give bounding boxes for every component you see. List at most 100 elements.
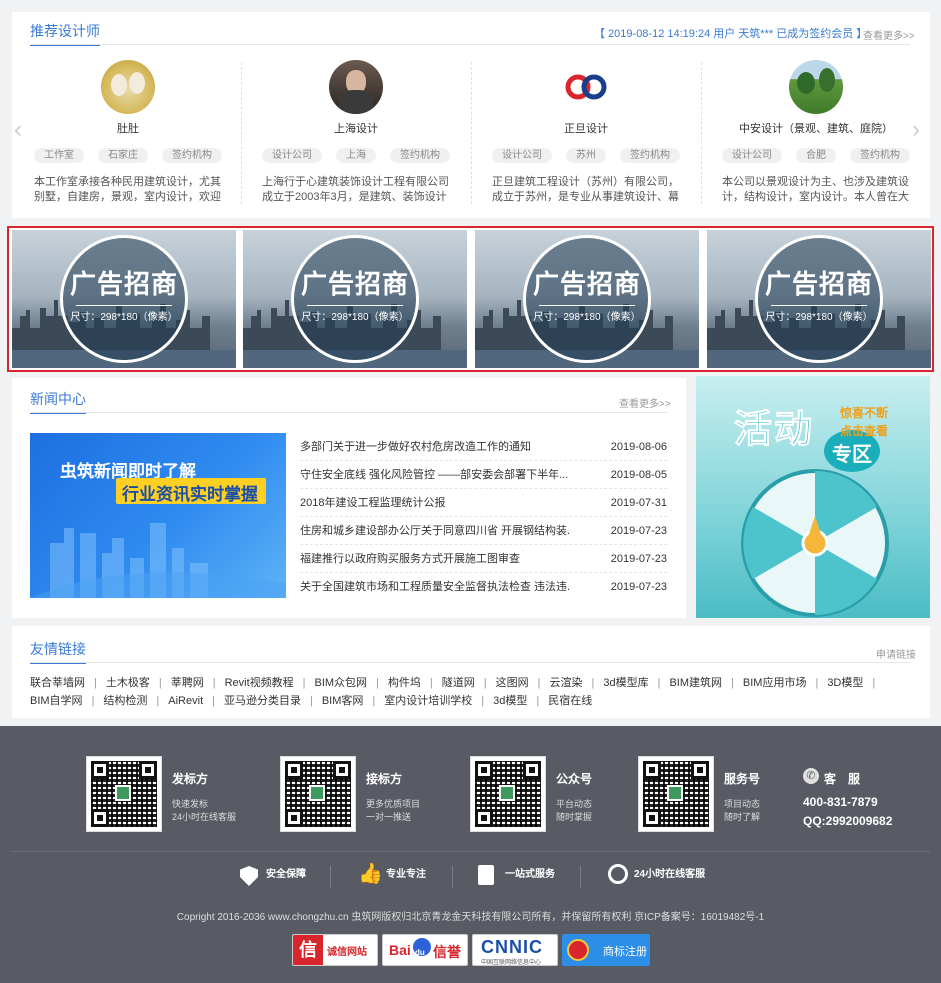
friend-link[interactable]: 构件坞 <box>388 677 421 689</box>
qr-line1: 更多优质项目 <box>366 799 421 809</box>
friend-link[interactable]: 土木极客 <box>106 677 150 689</box>
avatar <box>101 60 155 114</box>
designer-card[interactable]: 正旦设计 设计公司 苏州 签约机构 正旦建筑工程设计（苏州）有限公司，成立于苏州，是… <box>474 60 698 210</box>
qr-title: 服务号 <box>724 772 761 786</box>
ad-banner[interactable]: 广告招商 尺寸：298*180（像素） <box>12 230 236 368</box>
friend-link[interactable]: 亚马逊分类目录 <box>224 695 301 707</box>
friend-link[interactable]: 联合莘墙网 <box>30 677 85 689</box>
trust-badge-baidu[interactable]: Bai du 信誉 <box>382 934 468 966</box>
ad-size: 尺寸：298*180（像素） <box>533 312 641 323</box>
ad-banner[interactable]: 广告招商 尺寸：298*180（像素） <box>707 230 931 368</box>
divider <box>471 62 472 204</box>
designer-name: 上海设计 <box>334 123 378 135</box>
news-more-link[interactable]: 查看更多>> <box>619 395 671 410</box>
link-separator: | <box>212 695 215 707</box>
tag: 签约机构 <box>390 148 450 163</box>
service-qq: QQ:2992009682 <box>803 814 893 828</box>
friend-link[interactable]: 云渲染 <box>550 677 583 689</box>
trust-badge-cnnic[interactable]: CNNIC 中国互联网络信息中心 <box>472 934 558 966</box>
news-date: 2019-07-23 <box>610 581 667 593</box>
list-item[interactable]: 2018年建设工程监理统计公报 2019-07-31 <box>300 489 667 517</box>
link-separator: | <box>429 677 433 689</box>
trust-badge-trademark[interactable]: 商标注册 <box>562 934 650 966</box>
ad-title: 广告招商 <box>300 269 409 299</box>
feature-one-stop: 一站式服务 <box>505 869 555 880</box>
link-separator: | <box>731 677 734 689</box>
activity-tag2: 点击查看 <box>840 424 889 438</box>
tag: 签约机构 <box>850 148 910 163</box>
divider <box>30 662 910 663</box>
news-title-text: 2018年建设工程监理统计公报 <box>300 497 446 509</box>
friend-link[interactable]: 这图网 <box>496 677 529 689</box>
list-item[interactable]: 关于全国建筑市场和工程质量安全监督执法检查 违法违... 2019-07-23 <box>300 573 667 601</box>
friend-link[interactable]: BIM众包网 <box>315 677 368 689</box>
tag: 设计公司 <box>492 148 552 163</box>
designer-card[interactable]: 中安设计（景观、建筑、庭院） 设计公司 合肥 签约机构 本公司以景观设计为主、也涉及… <box>704 60 928 210</box>
designer-name: 中安设计（景观、建筑、庭院） <box>739 123 893 135</box>
baidu-xinyu: 信誉 <box>433 944 461 960</box>
friend-link[interactable]: 莘聘网 <box>171 677 204 689</box>
friend-link[interactable]: BIM应用市场 <box>743 677 807 689</box>
ad-title: 广告招商 <box>764 269 873 299</box>
link-separator: | <box>872 677 876 689</box>
ad-banner[interactable]: 广告招商 尺寸：298*180（像素） <box>243 230 467 368</box>
friend-link[interactable]: 隧道网 <box>442 677 475 689</box>
news-date: 2019-07-31 <box>610 497 667 509</box>
trust-badge-chengxin[interactable]: 信 诚信网站 <box>292 934 378 966</box>
qr-title: 公众号 <box>556 772 593 786</box>
headset-icon <box>608 864 628 884</box>
avatar <box>789 60 843 114</box>
news-date: 2019-07-23 <box>610 525 667 537</box>
apply-link[interactable]: 申请链接 <box>876 646 916 661</box>
friend-link[interactable]: 结构检测 <box>103 695 147 707</box>
news-title-text: 福建推行以政府购买服务方式开展施工图审查 <box>300 553 520 565</box>
link-separator: | <box>537 677 541 689</box>
list-item[interactable]: 多部门关于进一步做好农村危房改造工作的通知 2019-08-06 <box>300 433 667 461</box>
friend-link[interactable]: 民宿在线 <box>548 695 592 707</box>
divider <box>30 412 668 413</box>
friend-link[interactable]: 3d模型 <box>493 695 527 707</box>
designer-desc: 正旦建筑工程设计（苏州）有限公司，成立于苏州，是专业从事建筑设计、幕墙设 <box>492 176 679 203</box>
ad-banner[interactable]: 广告招商 尺寸：298*180（像素） <box>475 230 699 368</box>
tag: 石家庄 <box>98 148 148 163</box>
qr-code <box>470 756 546 832</box>
qr-code <box>638 756 714 832</box>
friend-link[interactable]: AiRevit <box>168 695 203 707</box>
list-item[interactable]: 守住安全底线 强化风险管控 ——部安委会部署下半年... 2019-08-05 <box>300 461 667 489</box>
friend-link[interactable]: BIM客网 <box>322 695 364 707</box>
qr-line2: 随时了解 <box>724 812 761 822</box>
news-title: 新闻中心 <box>30 390 86 414</box>
friend-link[interactable]: BIM自学网 <box>30 695 83 707</box>
friend-link[interactable]: Revit视频教程 <box>225 677 294 689</box>
link-separator: | <box>302 677 306 689</box>
divider <box>701 62 702 204</box>
friend-link[interactable]: 室内设计培训学校 <box>384 695 472 707</box>
link-separator: | <box>91 695 95 707</box>
designer-card[interactable]: 上海设计 设计公司 上海 签约机构 上海行于心建筑装饰设计工程有限公司成立于2003… <box>244 60 468 210</box>
tag: 上海 <box>336 148 376 163</box>
designer-card[interactable]: 肚肚 工作室 石家庄 签约机构 本工作室承接各种民用建筑设计，尤其别墅，自建房，景观… <box>16 60 240 210</box>
ad-size: 尺寸：298*180（像素） <box>70 312 178 323</box>
document-gear-icon <box>478 865 494 885</box>
friend-link[interactable]: BIM建筑网 <box>669 677 722 689</box>
qr-code <box>86 756 162 832</box>
list-item[interactable]: 住房和城乡建设部办公厅关于同意四川省 开展钢结构装... 2019-07-23 <box>300 517 667 545</box>
friend-link[interactable]: 3d模型库 <box>603 677 648 689</box>
phone-icon: ✆ <box>803 768 819 784</box>
activity-banner[interactable]: 活动 专区 惊喜不断 点击查看 <box>696 376 930 618</box>
qr-line1: 平台动态 <box>556 799 593 809</box>
link-separator: | <box>376 677 379 689</box>
cnnic-sub: 中国互联网络信息中心 <box>481 960 542 966</box>
link-separator: | <box>158 677 162 689</box>
news-title-text: 住房和城乡建设部办公厅关于同意四川省 开展钢结构装... <box>300 525 570 537</box>
friend-link[interactable]: 3D模型 <box>827 677 863 689</box>
tag: 工作室 <box>34 148 84 163</box>
activity-small-text: 专区 <box>832 444 872 466</box>
feature-security: 安全保障 <box>266 869 306 880</box>
link-separator: | <box>657 677 661 689</box>
designers-more-link[interactable]: 查看更多>> <box>863 27 915 42</box>
link-separator: | <box>309 695 313 707</box>
news-banner[interactable]: 虫筑新闻即时了解 行业资讯实时掌握 <box>30 433 286 598</box>
list-item[interactable]: 福建推行以政府购买服务方式开展施工图审查 2019-07-23 <box>300 545 667 573</box>
divider <box>30 44 910 45</box>
